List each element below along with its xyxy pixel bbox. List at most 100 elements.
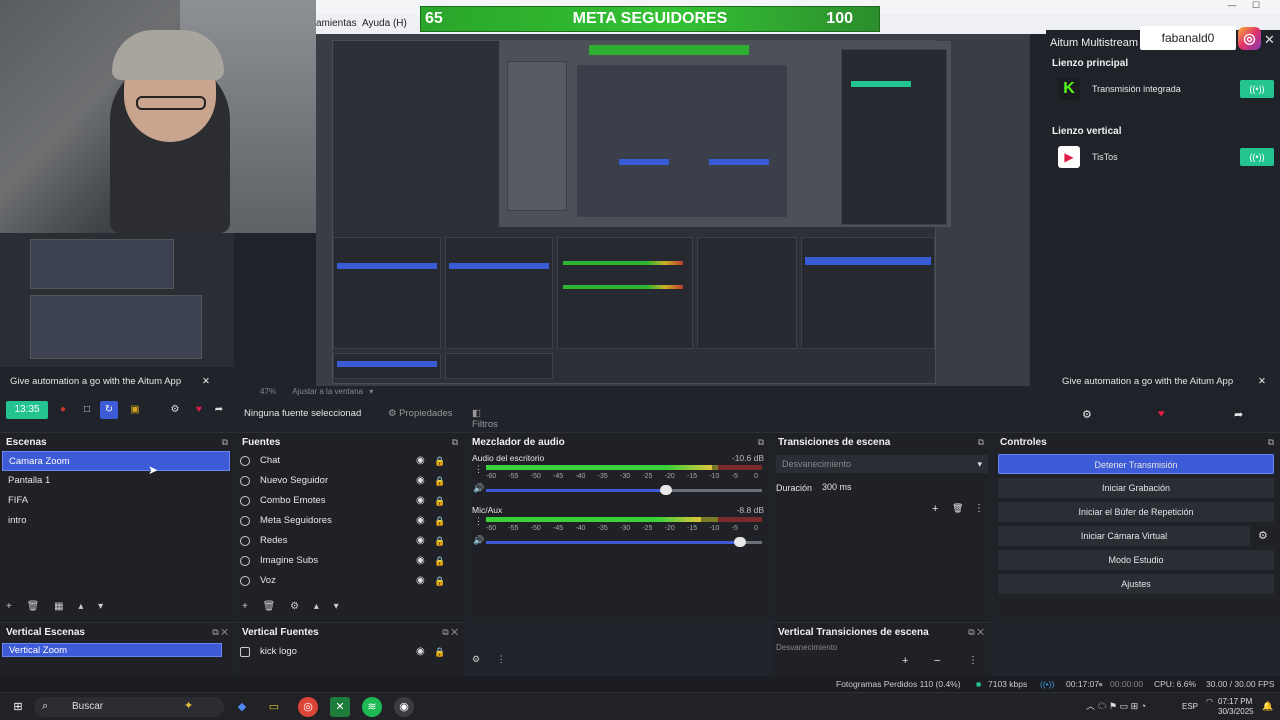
add-icon[interactable]: + <box>242 601 248 612</box>
mixer-track-menu-icon[interactable]: ⋮ <box>474 464 483 475</box>
scene-item[interactable]: Camara Zoom <box>2 451 230 471</box>
menu-item-help[interactable]: Ayuda (H) <box>362 18 407 29</box>
close-icon[interactable]: ✕ <box>1264 32 1278 47</box>
speaker-icon[interactable]: 🔊 <box>473 535 484 546</box>
start-virtual-camera-button[interactable]: Iniciar Cámara Virtual <box>998 526 1250 546</box>
gear-icon[interactable]: ⚙ <box>1258 529 1268 542</box>
properties-button[interactable]: ⚙ Propiedades <box>388 408 453 419</box>
taskbar-time[interactable]: 07:17 PM <box>1218 697 1252 706</box>
spotify-icon[interactable]: ≋ <box>362 697 382 717</box>
square-icon[interactable]: □ <box>78 401 96 419</box>
vertical-scene-item[interactable]: Vertical Zoom <box>2 643 222 657</box>
lock-icon[interactable]: 🔒 <box>434 645 445 659</box>
heart-icon[interactable]: ♥ <box>190 401 208 419</box>
more-icon[interactable]: ⋮ <box>968 655 978 666</box>
add-icon[interactable]: + <box>902 655 908 667</box>
mixer-track-menu-icon[interactable]: ⋮ <box>474 516 483 527</box>
start-recording-button[interactable]: Iniciar Grabación <box>998 478 1274 498</box>
source-item[interactable]: Voz ◉ 🔒 <box>236 571 462 591</box>
more-icon[interactable]: ⋮ <box>497 654 506 664</box>
scene-item[interactable]: Pantalla 1 <box>2 471 230 491</box>
dock-icon[interactable]: ⧉ <box>222 437 228 448</box>
file-explorer-icon[interactable]: ▭ <box>264 697 284 717</box>
source-item[interactable]: Combo Emotes ◉ 🔒 <box>236 491 462 511</box>
speaker-icon[interactable]: 🔊 <box>473 483 484 494</box>
wifi-icon[interactable]: ◠ <box>1206 697 1213 706</box>
obs-icon[interactable]: ◉ <box>394 697 414 717</box>
zoom-level[interactable]: 47% <box>260 387 276 396</box>
dock-icon[interactable]: ⧉ <box>758 437 764 448</box>
lock-icon[interactable]: 🔒 <box>434 511 445 531</box>
lock-icon[interactable]: 🔒 <box>434 571 445 591</box>
source-item[interactable]: Chat ◉ 🔒 <box>236 451 462 471</box>
dock-icon[interactable]: ⧉ ✕ <box>968 627 984 638</box>
eye-icon[interactable]: ◉ <box>416 471 425 491</box>
eye-icon[interactable]: ◉ <box>416 511 425 531</box>
volume-slider-knob[interactable] <box>660 485 673 495</box>
dock-icon[interactable]: ⧉ <box>452 437 458 448</box>
settings-button[interactable]: Ajustes <box>998 574 1274 594</box>
volume-slider[interactable] <box>486 485 762 495</box>
eye-icon[interactable]: ◉ <box>416 491 425 511</box>
record-icon[interactable]: ● <box>54 401 72 419</box>
virtual-cam-icon[interactable]: ▣ <box>126 401 144 419</box>
notification-icon[interactable]: 🔔 <box>1262 701 1273 712</box>
close-icon[interactable]: ✕ <box>1258 376 1266 387</box>
source-item[interactable]: Nuevo Seguidor ◉ 🔒 <box>236 471 462 491</box>
lock-icon[interactable]: 🔒 <box>434 531 445 551</box>
lock-icon[interactable]: 🔒 <box>434 451 445 471</box>
share-icon[interactable]: ➦ <box>210 401 228 419</box>
eye-icon[interactable]: ◉ <box>416 451 425 471</box>
filters-button[interactable]: ◧ Filtros <box>472 408 498 430</box>
more-icon[interactable]: ⋮ <box>974 503 984 514</box>
trash-icon[interactable]: 🗑 <box>263 601 276 612</box>
gear-icon[interactable]: ⚙ <box>290 601 299 612</box>
start-replay-buffer-button[interactable]: Iniciar el Búfer de Repetición <box>998 502 1274 522</box>
arrow-down-icon[interactable]: ▾ <box>334 601 339 612</box>
copilot-icon[interactable]: ◆ <box>232 697 252 717</box>
replay-icon[interactable]: ↻ <box>100 401 118 419</box>
source-item[interactable]: Meta Seguidores ◉ 🔒 <box>236 511 462 531</box>
heart-icon[interactable]: ♥ <box>1158 408 1165 420</box>
add-icon[interactable]: + <box>932 503 938 515</box>
volume-slider[interactable] <box>486 537 762 547</box>
lock-icon[interactable]: 🔒 <box>434 551 445 571</box>
fit-to-window[interactable]: Ajustar a la ventana <box>292 387 363 396</box>
arrow-up-icon[interactable]: ▴ <box>78 601 83 612</box>
volume-slider-knob[interactable] <box>734 537 747 547</box>
gear-icon[interactable]: ⚙ <box>472 654 480 664</box>
vertical-source-item[interactable]: kick logo ◉ 🔒 <box>236 645 462 659</box>
transition-select[interactable]: Desvanecimiento ▾ <box>776 455 988 473</box>
scene-item[interactable]: intro <box>2 511 230 531</box>
vertical-output-toggle[interactable]: ((•)) <box>1240 148 1274 166</box>
chevron-down-icon[interactable]: ▾ <box>369 387 373 396</box>
trash-icon[interactable]: 🗑 <box>952 503 963 514</box>
dock-icon[interactable]: ⧉ <box>978 437 984 448</box>
main-output-toggle[interactable]: ((•)) <box>1240 80 1274 98</box>
vertical-transition-select[interactable]: Desvanecimiento <box>776 643 988 653</box>
eye-icon[interactable]: ◉ <box>416 551 425 571</box>
studio-mode-button[interactable]: Modo Estudio <box>998 550 1274 570</box>
windows-start-icon[interactable]: ⊞ <box>8 697 28 717</box>
scene-item[interactable]: FIFA <box>2 491 230 511</box>
close-icon[interactable]: ✕ <box>202 376 210 387</box>
dock-icon[interactable]: ⧉ <box>1268 437 1274 448</box>
taskbar-date[interactable]: 30/3/2025 <box>1218 707 1254 716</box>
language-indicator[interactable]: ESP <box>1182 702 1198 711</box>
gear-icon[interactable]: ⚙ <box>1082 408 1092 421</box>
lock-icon[interactable]: 🔒 <box>434 491 445 511</box>
gear-icon[interactable]: ⚙ <box>166 401 184 419</box>
menu-item-tools[interactable]: amientas <box>316 18 357 29</box>
dock-icon[interactable]: ⧉ ✕ <box>212 627 228 638</box>
stream-timer-button[interactable]: 13:35 <box>6 401 48 419</box>
chrome-icon[interactable]: ◎ <box>298 697 318 717</box>
source-item[interactable]: Imagine Subs ◉ 🔒 <box>236 551 462 571</box>
remove-icon[interactable]: − <box>934 655 940 667</box>
arrow-up-icon[interactable]: ▴ <box>314 601 319 612</box>
eye-icon[interactable]: ◉ <box>416 645 425 659</box>
lock-icon[interactable]: 🔒 <box>434 471 445 491</box>
tray-icons[interactable]: ︿ ☁ ⚑ ▭ ⊞ ◔ <box>1086 699 1146 712</box>
trash-icon[interactable]: 🗑 <box>27 601 40 612</box>
minimize-icon[interactable]: — <box>1220 0 1244 14</box>
share-icon[interactable]: ➦ <box>1234 408 1243 421</box>
